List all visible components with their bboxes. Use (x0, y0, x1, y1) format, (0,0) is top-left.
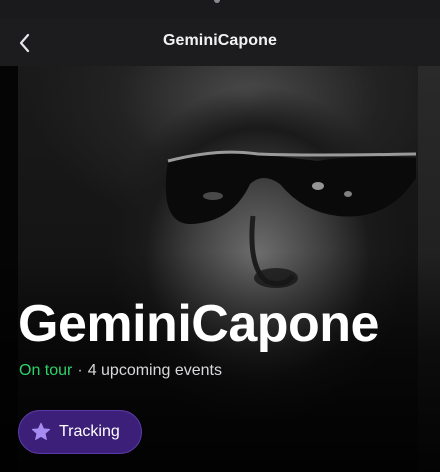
tracking-button[interactable]: Tracking (18, 410, 142, 454)
tour-info: On tour · 4 upcoming events (19, 361, 222, 381)
artist-hero: GeminiCapone On tour · 4 upcoming events T… (0, 66, 440, 472)
nav-title: GeminiCapone (162, 32, 278, 49)
artist-name: GeminiCapone (18, 295, 379, 353)
artist-page: GeminiCapone GeminiCapone On tour · 4 upco… (0, 0, 440, 472)
status-bar (0, 0, 440, 18)
upcoming-events-count: 4 upcoming events (87, 362, 222, 379)
status-indicator (214, 0, 220, 3)
on-tour-status: On tour (19, 362, 73, 379)
top-navigation-bar: GeminiCapone (0, 18, 440, 66)
tracking-label: Tracking (59, 423, 120, 440)
separator-dot: · (77, 362, 83, 379)
star-icon (31, 422, 51, 440)
